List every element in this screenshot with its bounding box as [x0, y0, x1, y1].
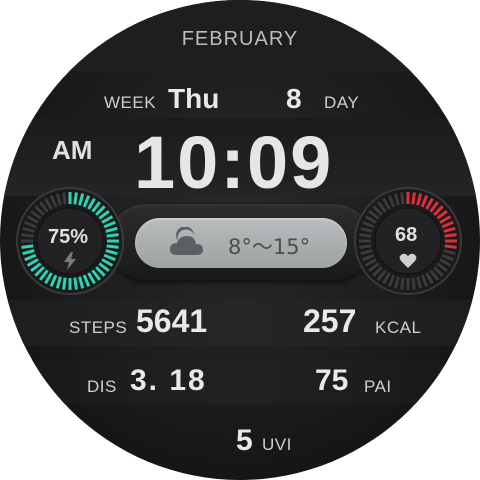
am-pm-indicator: AM	[52, 135, 93, 165]
kcal-label: KCAL	[375, 318, 422, 337]
stats-band-lower	[0, 360, 480, 404]
distance-label: DIS	[87, 377, 117, 396]
gauge-segment	[400, 192, 405, 205]
distance-value: 3. 18	[130, 364, 207, 397]
weather-range: 8°～15°	[228, 235, 311, 259]
kcal-value: 257	[303, 303, 357, 339]
time-display: 10:09	[134, 121, 334, 204]
lightning-bolt-icon	[64, 252, 76, 270]
steps-label: STEPS	[69, 318, 128, 337]
gauge-segment-lit	[444, 233, 457, 238]
gauge-segment-lit	[411, 192, 416, 205]
cloudy-night-icon	[170, 227, 203, 255]
heart-rate-value: 68	[395, 224, 418, 246]
gauge-segment	[411, 277, 416, 290]
gauge-segment	[62, 192, 67, 205]
day-label: DAY	[324, 93, 360, 112]
pai-value: 75	[315, 364, 349, 397]
uvi-label: UVI	[262, 435, 292, 454]
month-label: FEBRUARY	[181, 28, 299, 50]
gauge-segment	[21, 233, 34, 238]
gauge-segment-lit	[73, 277, 78, 290]
heart-icon	[399, 253, 417, 268]
watch-face: FEBRUARY WEEK Thu 8 DAY AM 10:09 8°～15° …	[0, 0, 480, 480]
pai-label: PAI	[364, 377, 392, 396]
gauge-segment-lit	[73, 192, 78, 205]
heart-rate-gauge[interactable]: 68	[353, 186, 463, 296]
gauge-segment	[400, 277, 405, 290]
uvi-value: 5	[236, 424, 253, 457]
gauge-segment-lit	[62, 277, 67, 290]
gauge-segment-lit	[106, 233, 119, 238]
gauge-segment-lit	[21, 244, 34, 249]
week-label: WEEK	[104, 93, 157, 112]
steps-value: 5641	[136, 303, 208, 339]
gauge-segment-lit	[444, 244, 457, 249]
battery-percent: 75%	[48, 226, 89, 248]
gauge-segment-lit	[106, 244, 119, 249]
battery-gauge[interactable]: 75%	[15, 186, 125, 296]
gauge-segment	[359, 244, 372, 249]
weekday-value: Thu	[168, 83, 220, 114]
gauge-segment	[359, 233, 372, 238]
day-number: 8	[286, 83, 302, 114]
